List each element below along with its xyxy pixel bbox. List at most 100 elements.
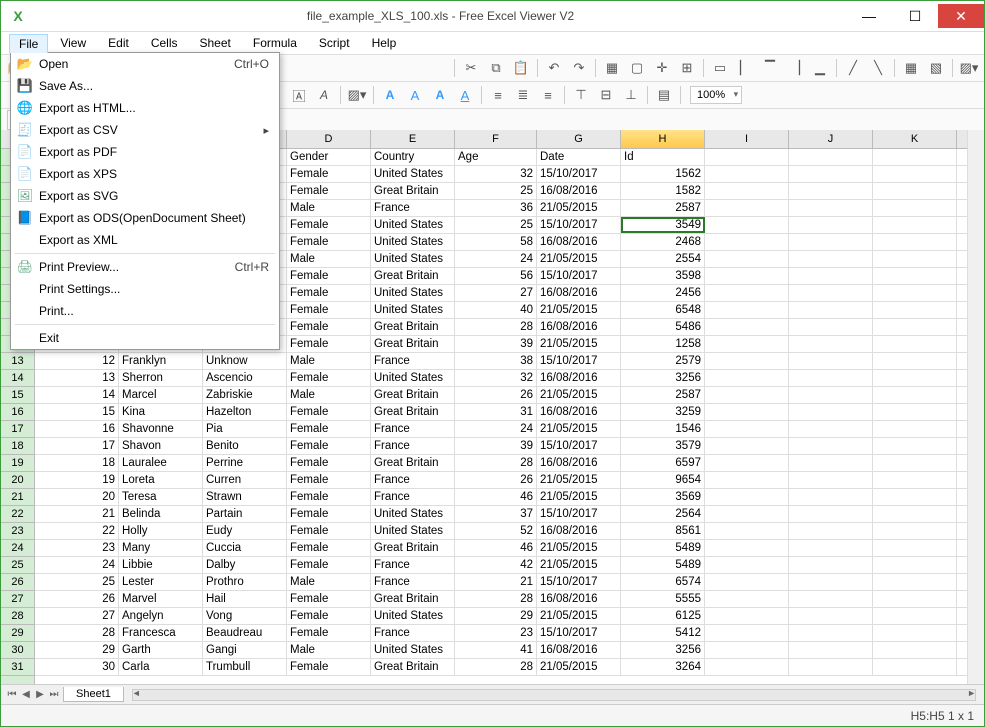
valign-mid-icon[interactable]: ⊟ — [595, 84, 617, 106]
cell[interactable] — [705, 166, 789, 182]
cell[interactable] — [873, 200, 957, 216]
cell[interactable]: 30 — [35, 659, 119, 675]
row-header[interactable]: 27 — [1, 591, 34, 608]
font-shrink-icon[interactable]: A — [404, 84, 426, 106]
cell[interactable]: 21/05/2015 — [537, 489, 621, 505]
menu-item-export-as-svg[interactable]: 🖼Export as SVG — [11, 185, 279, 207]
cell[interactable]: 42 — [455, 557, 537, 573]
cell[interactable]: 15/10/2017 — [537, 574, 621, 590]
cell[interactable]: 1582 — [621, 183, 705, 199]
cell[interactable]: 56 — [455, 268, 537, 284]
cell[interactable] — [705, 540, 789, 556]
cell[interactable]: United States — [371, 234, 455, 250]
cell[interactable]: Age — [455, 149, 537, 165]
cell[interactable]: 24 — [455, 421, 537, 437]
cell[interactable] — [705, 574, 789, 590]
horizontal-scrollbar[interactable] — [132, 689, 976, 701]
menu-item-export-as-csv[interactable]: 🧾Export as CSV▸ — [11, 119, 279, 141]
cell[interactable]: France — [371, 472, 455, 488]
menu-item-export-as-pdf[interactable]: 📄Export as PDF — [11, 141, 279, 163]
cell[interactable]: 16/08/2016 — [537, 285, 621, 301]
cell[interactable]: 58 — [455, 234, 537, 250]
cell[interactable]: 16/08/2016 — [537, 455, 621, 471]
border-left-icon[interactable]: ▏ — [734, 57, 756, 79]
cell[interactable] — [873, 251, 957, 267]
cell[interactable] — [873, 217, 957, 233]
row-header[interactable]: 23 — [1, 523, 34, 540]
cell[interactable]: 15/10/2017 — [537, 166, 621, 182]
cell[interactable]: 2579 — [621, 353, 705, 369]
cell[interactable]: 19 — [35, 472, 119, 488]
cell[interactable]: 21/05/2015 — [537, 421, 621, 437]
cell[interactable]: Beaudreau — [203, 625, 287, 641]
cell[interactable]: 5412 — [621, 625, 705, 641]
cell[interactable] — [789, 370, 873, 386]
cell[interactable]: Perrine — [203, 455, 287, 471]
cell[interactable]: 5555 — [621, 591, 705, 607]
cell[interactable] — [789, 625, 873, 641]
cell[interactable]: United States — [371, 217, 455, 233]
border-outer-icon[interactable]: ▭ — [709, 57, 731, 79]
line-diag-icon[interactable]: ╱ — [842, 57, 864, 79]
cell[interactable] — [705, 523, 789, 539]
cell[interactable]: 2456 — [621, 285, 705, 301]
cell[interactable]: 29 — [455, 608, 537, 624]
cell[interactable]: 3569 — [621, 489, 705, 505]
cut-icon[interactable]: ✂ — [460, 57, 482, 79]
cell[interactable] — [705, 506, 789, 522]
cell[interactable]: Male — [287, 642, 371, 658]
row-header[interactable]: 30 — [1, 642, 34, 659]
cell[interactable]: 26 — [35, 591, 119, 607]
cell[interactable]: 21/05/2015 — [537, 608, 621, 624]
cell[interactable]: 28 — [455, 659, 537, 675]
cell[interactable]: 1258 — [621, 336, 705, 352]
cell[interactable]: 15/10/2017 — [537, 506, 621, 522]
cell[interactable]: 2564 — [621, 506, 705, 522]
cell[interactable]: Carla — [119, 659, 203, 675]
cell[interactable]: Hazelton — [203, 404, 287, 420]
cell[interactable]: Strawn — [203, 489, 287, 505]
border-none-icon[interactable]: ▢ — [626, 57, 648, 79]
menu-item-export-as-ods-opendocument-sheet[interactable]: 📘Export as ODS(OpenDocument Sheet) — [11, 207, 279, 229]
cell[interactable] — [873, 506, 957, 522]
cell[interactable]: 15/10/2017 — [537, 353, 621, 369]
cell[interactable] — [873, 625, 957, 641]
cell[interactable]: Female — [287, 659, 371, 675]
cell[interactable]: Loreta — [119, 472, 203, 488]
align-right-icon[interactable]: ≡ — [537, 84, 559, 106]
cell[interactable]: 5489 — [621, 540, 705, 556]
cell[interactable] — [705, 336, 789, 352]
cell[interactable] — [705, 472, 789, 488]
cell[interactable]: 1546 — [621, 421, 705, 437]
menu-view[interactable]: View — [50, 33, 96, 53]
cell[interactable] — [705, 438, 789, 454]
format-2-icon[interactable]: ▧ — [925, 57, 947, 79]
cell[interactable]: Female — [287, 523, 371, 539]
cell[interactable]: 21/05/2015 — [537, 336, 621, 352]
cell[interactable]: Eudy — [203, 523, 287, 539]
menu-help[interactable]: Help — [362, 33, 407, 53]
redo-icon[interactable]: ↷ — [568, 57, 590, 79]
cell[interactable]: Great Britain — [371, 455, 455, 471]
cell[interactable]: Female — [287, 421, 371, 437]
cell[interactable] — [705, 591, 789, 607]
cell[interactable]: 36 — [455, 200, 537, 216]
cell[interactable] — [705, 353, 789, 369]
border-right-icon[interactable]: ▕ — [784, 57, 806, 79]
row-header[interactable]: 25 — [1, 557, 34, 574]
cell[interactable]: United States — [371, 166, 455, 182]
cell[interactable] — [873, 472, 957, 488]
valign-bot-icon[interactable]: ⊥ — [620, 84, 642, 106]
row-header[interactable]: 28 — [1, 608, 34, 625]
row-header[interactable]: 16 — [1, 404, 34, 421]
cell[interactable]: Curren — [203, 472, 287, 488]
cell[interactable]: Male — [287, 251, 371, 267]
line-style-icon[interactable]: ▨▾ — [958, 57, 980, 79]
cell[interactable] — [873, 659, 957, 675]
menu-item-export-as-xps[interactable]: 📄Export as XPS — [11, 163, 279, 185]
cell[interactable]: United States — [371, 506, 455, 522]
cell[interactable]: 27 — [35, 608, 119, 624]
cell[interactable]: Benito — [203, 438, 287, 454]
cell[interactable]: 6597 — [621, 455, 705, 471]
cell[interactable] — [705, 404, 789, 420]
